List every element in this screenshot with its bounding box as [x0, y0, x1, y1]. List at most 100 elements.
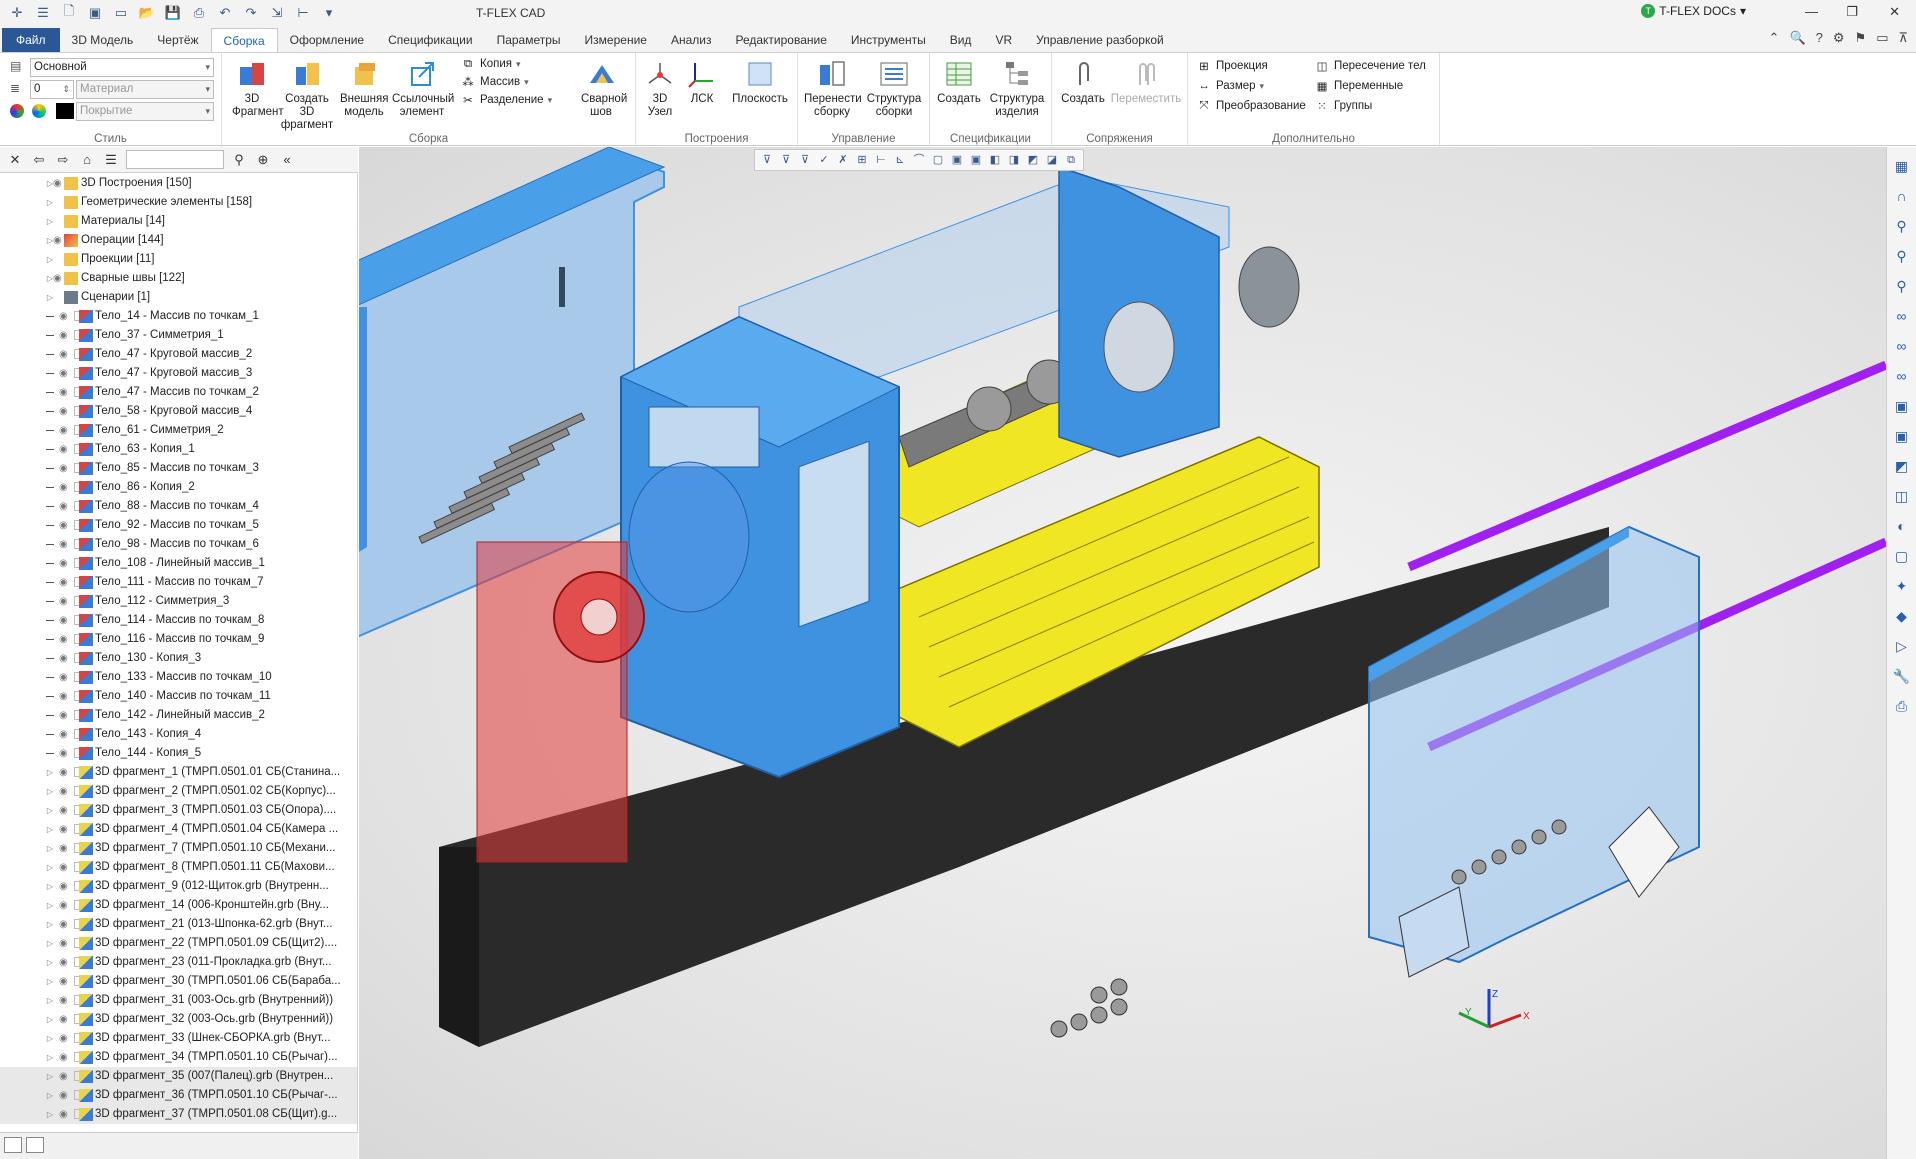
- eye-icon[interactable]: ◉: [59, 440, 68, 459]
- close-icon[interactable]: ✕: [1889, 4, 1900, 20]
- expand-icon[interactable]: ▷: [45, 1086, 55, 1105]
- eye-icon[interactable]: ◉: [59, 972, 68, 991]
- tree-item[interactable]: ▷ ◉ 3D фрагмент_22 (ТМРП.0501.09 СБ(Щит2).…: [0, 934, 357, 953]
- tree-item[interactable]: ▷ ◉ 3D фрагмент_14 (006-Кронштейн.grb (Вну…: [0, 896, 357, 915]
- eye-icon[interactable]: ◉: [59, 953, 68, 972]
- solid-icon[interactable]: ◧: [987, 152, 1003, 168]
- eye-icon[interactable]: ◉: [59, 1029, 68, 1048]
- size-button[interactable]: ↔ Размер ▾: [1196, 77, 1264, 95]
- flag-icon[interactable]: ⚑: [1855, 30, 1867, 46]
- print-icon[interactable]: ⎙: [188, 3, 210, 23]
- tab-view[interactable]: Вид: [938, 28, 984, 52]
- eye-icon[interactable]: ◉: [59, 991, 68, 1010]
- home-icon[interactable]: ⌂: [78, 152, 96, 167]
- tree-item[interactable]: ◉ Тело_14 - Массив по точкам_1: [0, 307, 357, 326]
- tree-item[interactable]: ◉ Тело_111 - Массив по точкам_7: [0, 573, 357, 592]
- glasses-icon[interactable]: ∞: [1891, 365, 1913, 387]
- zoom-icon[interactable]: ⚲: [1891, 215, 1913, 237]
- coating-select[interactable]: Покрытие ▾: [76, 102, 214, 121]
- tree-item[interactable]: ◉ Тело_144 - Копия_5: [0, 744, 357, 763]
- collapse-panel-icon[interactable]: «: [278, 152, 296, 167]
- customize-icon[interactable]: ▾: [318, 3, 340, 23]
- tree-item[interactable]: ◉ Тело_142 - Линейный массив_2: [0, 706, 357, 725]
- tree-item[interactable]: ▷ ◉ 3D фрагмент_32 (003-Ось.grb (Внутренни…: [0, 1010, 357, 1029]
- tab-3d-model[interactable]: 3D Модель: [60, 28, 146, 52]
- tree-item[interactable]: ◉ Тело_98 - Массив по точкам_6: [0, 535, 357, 554]
- eye-icon[interactable]: ◉: [59, 744, 68, 763]
- tree-item[interactable]: ◉ Тело_58 - Круговой массив_4: [0, 402, 357, 421]
- eye-icon[interactable]: ◉: [59, 345, 68, 364]
- expand-icon[interactable]: ▷: [45, 991, 55, 1010]
- eye-icon[interactable]: ◉: [59, 459, 68, 478]
- expand-icon[interactable]: ▷: [45, 1048, 55, 1067]
- solid-icon[interactable]: ◨: [1006, 152, 1022, 168]
- tree-item[interactable]: ◉ Тело_130 - Копия_3: [0, 649, 357, 668]
- tab-explode-management[interactable]: Управление разборкой: [1024, 28, 1176, 52]
- panel-icon[interactable]: [26, 1137, 44, 1153]
- 3d-node-button[interactable]: 3D Узел: [642, 57, 678, 119]
- eye-icon[interactable]: ◉: [59, 896, 68, 915]
- glasses-icon[interactable]: ∞: [1891, 335, 1913, 357]
- tab-assembly[interactable]: Сборка: [210, 28, 278, 52]
- tree-folder-item[interactable]: ▷ Сценарии [1]: [0, 288, 357, 307]
- tab-measure[interactable]: Измерение: [573, 28, 659, 52]
- eye-icon[interactable]: ◉: [59, 915, 68, 934]
- tree-folder-item[interactable]: ▷ ◉ 3D Построения [150]: [0, 174, 357, 193]
- gear-icon[interactable]: ⚙: [1833, 30, 1845, 46]
- eye-icon[interactable]: ◉: [59, 649, 68, 668]
- expand-icon[interactable]: ▷: [45, 763, 55, 782]
- eye-icon[interactable]: ◉: [59, 497, 68, 516]
- eye-icon[interactable]: ◉: [59, 421, 68, 440]
- yellow-cube-icon[interactable]: ▢: [1891, 545, 1913, 567]
- glasses-icon[interactable]: ∞: [1891, 305, 1913, 327]
- expand-icon[interactable]: ▷: [45, 858, 55, 877]
- eye-icon[interactable]: ◉: [59, 668, 68, 687]
- external-model-button[interactable]: Внешняя модель: [338, 57, 390, 119]
- eye-icon[interactable]: ◉: [59, 1010, 68, 1029]
- close-icon[interactable]: ✕: [6, 152, 24, 168]
- filter-icon[interactable]: ⊽: [797, 152, 813, 168]
- curve-icon[interactable]: ⌒: [911, 152, 927, 168]
- face-icon[interactable]: ▢: [930, 152, 946, 168]
- expand-icon[interactable]: ▷: [45, 288, 55, 307]
- lcs-button[interactable]: ЛСК: [684, 57, 720, 106]
- expand-icon[interactable]: ▷: [45, 1105, 55, 1124]
- tree-item[interactable]: ▷ ◉ 3D фрагмент_3 (ТМРП.0501.03 СБ(Опора).…: [0, 801, 357, 820]
- expand-icon[interactable]: ▷: [45, 250, 55, 269]
- tab-tools[interactable]: Инструменты: [839, 28, 938, 52]
- save-icon[interactable]: 💾: [162, 3, 184, 23]
- print-view-icon[interactable]: ⎙: [1891, 695, 1913, 717]
- expand-icon[interactable]: ▷: [45, 953, 55, 972]
- eye-icon[interactable]: ◉: [59, 820, 68, 839]
- menu-icon[interactable]: ☰: [32, 3, 54, 23]
- body-icon[interactable]: ▣: [968, 152, 984, 168]
- expand-icon[interactable]: ▷: [45, 839, 55, 858]
- transform-button[interactable]: ⤧ Преобразование: [1196, 97, 1305, 115]
- body-intersection-button[interactable]: ◫ Пересечение тел: [1314, 57, 1426, 75]
- window-icon[interactable]: ▭: [110, 3, 132, 23]
- tree-item[interactable]: ◉ Тело_86 - Копия_2: [0, 478, 357, 497]
- search-icon[interactable]: ⚲: [230, 152, 248, 168]
- eye-icon[interactable]: ◉: [59, 725, 68, 744]
- expand-icon[interactable]: ▷: [45, 1067, 55, 1086]
- undo-icon[interactable]: ↶: [214, 3, 236, 23]
- tree-item[interactable]: ▷ ◉ 3D фрагмент_31 (003-Ось.grb (Внутренни…: [0, 991, 357, 1010]
- eye-icon[interactable]: ◉: [59, 1067, 68, 1086]
- tree-item[interactable]: ◉ Тело_37 - Симметрия_1: [0, 326, 357, 345]
- tree-item[interactable]: ▷ ◉ 3D фрагмент_23 (011-Прокладка.grb (Вну…: [0, 953, 357, 972]
- eye-icon[interactable]: ◉: [59, 782, 68, 801]
- tree-item[interactable]: ▷ ◉ 3D фрагмент_9 (012-Щиток.grb (Внутренн…: [0, 877, 357, 896]
- magnet-icon[interactable]: ∩: [1891, 185, 1913, 207]
- tree-item[interactable]: ◉ Тело_114 - Массив по точкам_8: [0, 611, 357, 630]
- tree-folder-item[interactable]: ▷ ◉ Операции [144]: [0, 231, 357, 250]
- forward-icon[interactable]: ⇨: [54, 152, 72, 168]
- product-structure-button[interactable]: Структура изделия: [986, 57, 1048, 119]
- eye-icon[interactable]: ◉: [59, 706, 68, 725]
- move-mate-button[interactable]: Переместить: [1110, 57, 1182, 106]
- eye-icon[interactable]: ◉: [53, 269, 62, 288]
- eye-icon[interactable]: ◉: [59, 516, 68, 535]
- explode-icon[interactable]: ✦: [1891, 575, 1913, 597]
- eye-icon[interactable]: ◉: [59, 326, 68, 345]
- eye-icon[interactable]: ◉: [59, 554, 68, 573]
- expand-icon[interactable]: ▷: [45, 193, 55, 212]
